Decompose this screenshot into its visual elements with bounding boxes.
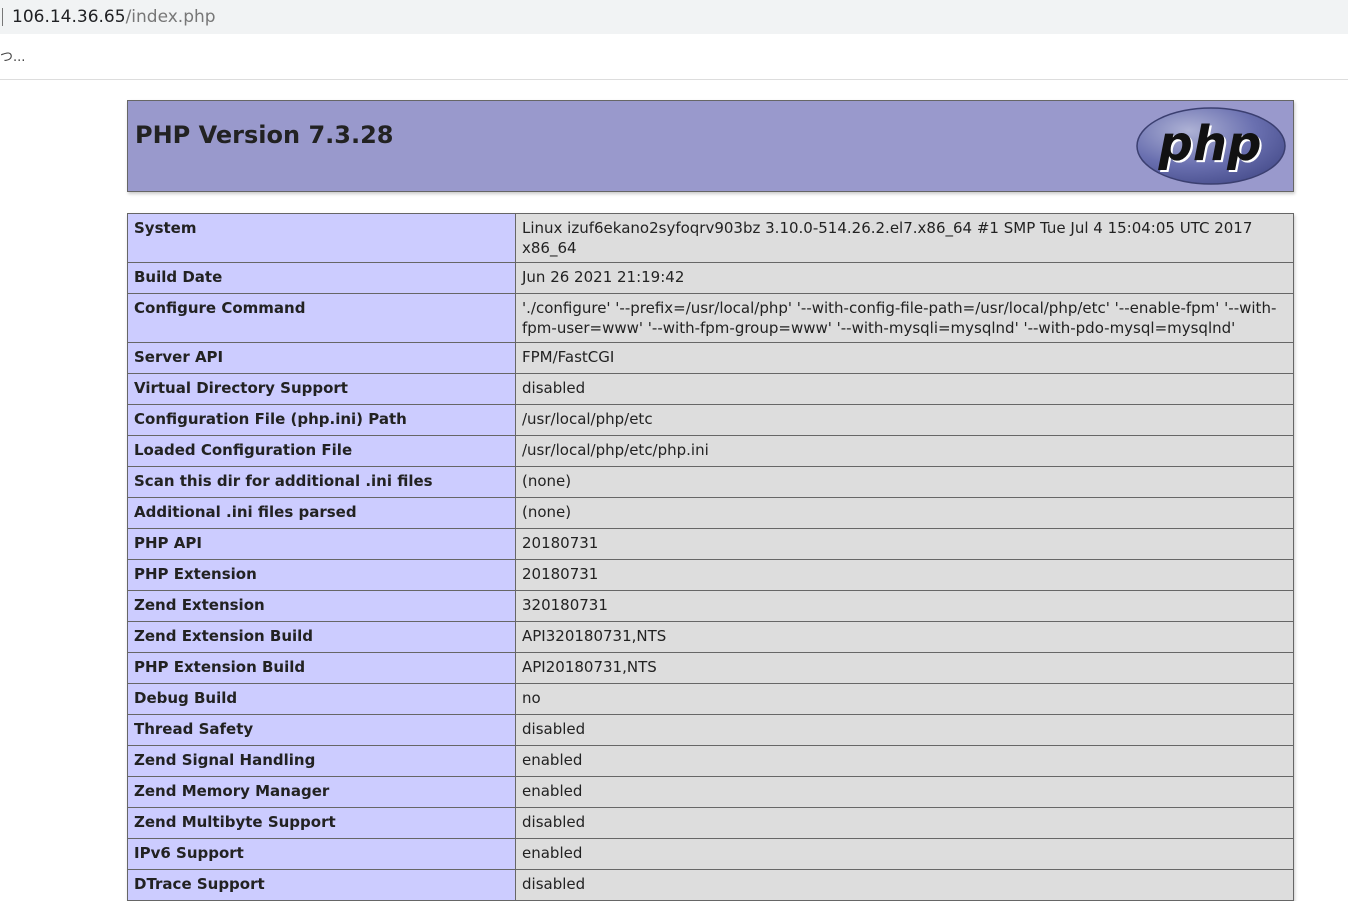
row-key: Loaded Configuration File xyxy=(127,435,516,467)
row-key: Zend Memory Manager xyxy=(127,776,516,808)
row-value: disabled xyxy=(515,373,1294,405)
table-row: PHP Extension Build API20180731,NTS xyxy=(127,652,1294,684)
table-row: Additional .ini files parsed (none) xyxy=(127,497,1294,529)
row-value: no xyxy=(515,683,1294,715)
table-row: Loaded Configuration File/usr/local/php/… xyxy=(127,435,1294,467)
row-value: disabled xyxy=(515,807,1294,839)
row-key: PHP API xyxy=(127,528,516,560)
row-value: (none) xyxy=(515,466,1294,498)
row-value: API20180731,NTS xyxy=(515,652,1294,684)
row-value: 20180731 xyxy=(515,528,1294,560)
table-row: Zend Extension Build API320180731,NTS xyxy=(127,621,1294,653)
row-key: Build Date xyxy=(127,262,516,294)
row-key: PHP Extension xyxy=(127,559,516,591)
row-value: API320180731,NTS xyxy=(515,621,1294,653)
row-value: enabled xyxy=(515,838,1294,870)
url-host: 106.14.36.65 xyxy=(12,7,126,27)
row-value: FPM/FastCGI xyxy=(515,342,1294,374)
row-key: Thread Safety xyxy=(127,714,516,746)
row-key: DTrace Support xyxy=(127,869,516,901)
row-value: Linux izuf6ekano2syfoqrv903bz 3.10.0-514… xyxy=(515,213,1294,263)
table-row: Virtual Directory Support disabled xyxy=(127,373,1294,405)
row-key: Zend Extension xyxy=(127,590,516,622)
table-row: System Linux izuf6ekano2syfoqrv903bz 3.10… xyxy=(127,213,1294,263)
table-row: Zend Multibyte Support disabled xyxy=(127,807,1294,839)
row-value: './configure' '--prefix=/usr/local/php' … xyxy=(515,293,1294,343)
row-key: Configuration File (php.ini) Path xyxy=(127,404,516,436)
row-value: disabled xyxy=(515,714,1294,746)
row-key: Scan this dir for additional .ini files xyxy=(127,466,516,498)
table-row: Thread Safety disabled xyxy=(127,714,1294,746)
table-row: Zend Signal Handling enabled xyxy=(127,745,1294,777)
table-row: Scan this dir for additional .ini files(… xyxy=(127,466,1294,498)
table-row: PHP Extension 20180731 xyxy=(127,559,1294,591)
row-value: enabled xyxy=(515,745,1294,777)
row-key: Virtual Directory Support xyxy=(127,373,516,405)
phpinfo-header: PHP Version 7.3.28 php php xyxy=(127,100,1294,192)
row-key: Configure Command xyxy=(127,293,516,343)
row-key: Zend Extension Build xyxy=(127,621,516,653)
row-key: Debug Build xyxy=(127,683,516,715)
text-caret xyxy=(2,8,3,26)
table-row: Zend Memory Manager enabled xyxy=(127,776,1294,808)
row-key: IPv6 Support xyxy=(127,838,516,870)
table-row: Zend Extension 320180731 xyxy=(127,590,1294,622)
php-logo: php php xyxy=(1136,107,1286,185)
row-key: Zend Multibyte Support xyxy=(127,807,516,839)
table-row: Configuration File (php.ini) Path/usr/lo… xyxy=(127,404,1294,436)
url-path: /index.php xyxy=(125,7,216,27)
row-value: disabled xyxy=(515,869,1294,901)
table-row: DTrace Support disabled xyxy=(127,869,1294,901)
table-row: PHP API 20180731 xyxy=(127,528,1294,560)
row-value: 20180731 xyxy=(515,559,1294,591)
row-key: Server API xyxy=(127,342,516,374)
row-value: 320180731 xyxy=(515,590,1294,622)
row-key: System xyxy=(127,213,516,263)
row-value: (none) xyxy=(515,497,1294,529)
row-value: /usr/local/php/etc xyxy=(515,404,1294,436)
table-row: Configure Command './configure' '--prefix… xyxy=(127,293,1294,343)
row-key: PHP Extension Build xyxy=(127,652,516,684)
phpinfo-table: System Linux izuf6ekano2syfoqrv903bz 3.10… xyxy=(127,213,1294,901)
address-bar[interactable]: 106.14.36.65/index.php xyxy=(0,0,1348,34)
table-row: Build Date Jun 26 2021 21:19:42 xyxy=(127,262,1294,294)
table-row: IPv6 Support enabled xyxy=(127,838,1294,870)
table-row: Debug Build no xyxy=(127,683,1294,715)
row-value: /usr/local/php/etc/php.ini xyxy=(515,435,1294,467)
row-value: enabled xyxy=(515,776,1294,808)
row-key: Additional .ini files parsed xyxy=(127,497,516,529)
table-row: Server API FPM/FastCGI xyxy=(127,342,1294,374)
loading-text: つ... xyxy=(0,50,26,65)
divider xyxy=(0,79,1348,80)
page-title: PHP Version 7.3.28 xyxy=(135,121,394,149)
row-value: Jun 26 2021 21:19:42 xyxy=(515,262,1294,294)
php-logo-text-shadow: php xyxy=(1158,116,1262,172)
row-key: Zend Signal Handling xyxy=(127,745,516,777)
